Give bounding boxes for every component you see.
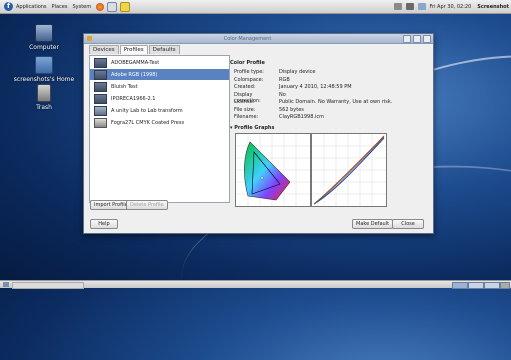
profile-name: ADOBEGAMMA-Test: [111, 59, 160, 66]
detail-value: Public Domain. No Warranty, Use at own r…: [279, 99, 393, 105]
system-menu[interactable]: System: [72, 4, 91, 10]
top-panel: f Applications Places System Fri Apr 30,…: [0, 0, 511, 14]
list-item[interactable]: Fogra27L CMYK Coated Press: [90, 117, 229, 128]
profile-name: Adobe RGB (1998): [111, 71, 158, 78]
desktop-icon-trash[interactable]: Trash: [14, 84, 74, 111]
printer-profile-icon: [94, 117, 107, 128]
trc-curve-svg: [312, 134, 386, 206]
detail-value: January 4 2010, 12:48:59 PM: [279, 84, 352, 90]
detail-row: Profile type: Display device: [230, 69, 430, 77]
detail-value: No: [279, 91, 286, 98]
help-button[interactable]: Help: [90, 219, 118, 229]
workspace-switcher-3[interactable]: [484, 282, 500, 289]
taskbar-window-button[interactable]: [12, 282, 84, 289]
list-item[interactable]: Bluish Test: [90, 81, 229, 92]
profile-name: A unity Lab to Lab transform: [111, 107, 183, 114]
detail-key: Created:: [234, 84, 256, 90]
detail-key: Display correction:: [234, 91, 261, 104]
profile-graphs-expander[interactable]: ▾ Profile Graphs: [230, 125, 274, 131]
workspace-switcher-1[interactable]: [452, 282, 468, 289]
tab-profiles[interactable]: Profiles: [119, 45, 148, 54]
close-button[interactable]: Close: [392, 219, 424, 229]
network-icon[interactable]: [393, 3, 402, 10]
detail-row: Created: January 4 2010, 12:48:59 PM: [230, 84, 430, 92]
detail-value: RGB: [279, 76, 290, 83]
detail-row: License: Public Domain. No Warranty, Use…: [230, 99, 430, 107]
clock[interactable]: Fri Apr 30, 02:20: [430, 4, 472, 10]
screenshot-label[interactable]: Screenshot: [477, 4, 509, 10]
detail-row: Display correction: No: [230, 91, 430, 104]
detail-row: Filename: ClayRGB1998.icm: [230, 114, 430, 122]
list-item[interactable]: IPORECA1966-2.1: [90, 93, 229, 104]
desktop-icon-home[interactable]: screenshots's Home: [4, 56, 84, 83]
profile-details: Color Profile Profile type: Display devi…: [230, 60, 430, 122]
trash-applet-icon[interactable]: [500, 282, 510, 289]
profile-name: IPORECA1966-2.1: [111, 95, 156, 102]
trash-icon: [37, 84, 51, 102]
profile-name: Bluish Test: [111, 83, 138, 90]
detail-key: Filename:: [234, 114, 259, 120]
graphs-header: Profile Graphs: [234, 125, 275, 131]
detail-key: Profile type:: [234, 69, 264, 75]
detail-key: License:: [234, 99, 255, 105]
display-profile-icon: [94, 93, 107, 104]
notes-launcher-icon[interactable]: [120, 1, 131, 12]
fedora-logo-icon[interactable]: f: [4, 2, 13, 11]
cie-gamut-graph: [235, 133, 311, 207]
color-management-window: Color Management Devices Profiles Defaul…: [83, 33, 434, 234]
desktop-icon-label: screenshots's Home: [13, 76, 75, 83]
list-item[interactable]: ADOBEGAMMA-Test: [90, 57, 229, 68]
display-profile-icon: [94, 69, 107, 80]
detail-key: File size:: [234, 106, 256, 113]
lab-profile-icon: [94, 105, 107, 116]
volume-icon[interactable]: [405, 3, 414, 10]
tab-devices[interactable]: Devices: [89, 45, 119, 54]
list-item[interactable]: A unity Lab to Lab transform: [90, 105, 229, 116]
tab-defaults[interactable]: Defaults: [148, 45, 180, 54]
show-desktop-icon[interactable]: [3, 282, 9, 287]
details-header: Color Profile: [230, 60, 265, 66]
list-item[interactable]: Adobe RGB (1998): [90, 69, 229, 80]
cie-gamut-svg: [236, 134, 310, 206]
window-titlebar[interactable]: Color Management: [84, 34, 433, 44]
profile-name: Fogra27L CMYK Coated Press: [111, 119, 185, 126]
firefox-launcher-icon[interactable]: [96, 2, 105, 11]
maximize-button[interactable]: [413, 34, 421, 43]
workspace-switcher-2[interactable]: [468, 282, 484, 289]
desktop-icon-label: Trash: [36, 104, 52, 111]
window-title: Color Management: [223, 35, 272, 42]
close-window-button[interactable]: [423, 34, 431, 43]
detail-key: Colorspace:: [234, 76, 264, 83]
detail-value: ClayRGB1998.icm: [279, 114, 325, 120]
home-folder-icon: [35, 56, 53, 74]
tab-bar: Devices Profiles Defaults: [89, 45, 181, 54]
applications-menu[interactable]: Applications: [16, 4, 47, 10]
desktop-icon-computer[interactable]: Computer: [14, 24, 74, 51]
places-menu[interactable]: Places: [52, 4, 68, 10]
detail-value: Display device: [279, 69, 316, 75]
profile-list[interactable]: ADOBEGAMMA-Test Adobe RGB (1998) Bluish …: [89, 55, 230, 203]
detail-row: File size: 562 bytes: [230, 107, 430, 115]
evolution-launcher-icon[interactable]: [107, 1, 118, 12]
trc-curve-graph: [311, 133, 387, 207]
desktop-icon-label: Computer: [29, 44, 59, 51]
display-profile-icon: [94, 81, 107, 92]
make-default-button[interactable]: Make Default: [352, 219, 394, 229]
detail-row: Colorspace: RGB: [230, 77, 430, 85]
computer-icon: [35, 24, 53, 42]
delete-profile-button[interactable]: Delete Profile: [126, 200, 168, 210]
detail-value: 562 bytes: [279, 106, 304, 113]
minimize-button[interactable]: [403, 34, 411, 43]
updates-icon[interactable]: [417, 3, 426, 10]
display-profile-icon: [94, 57, 107, 68]
